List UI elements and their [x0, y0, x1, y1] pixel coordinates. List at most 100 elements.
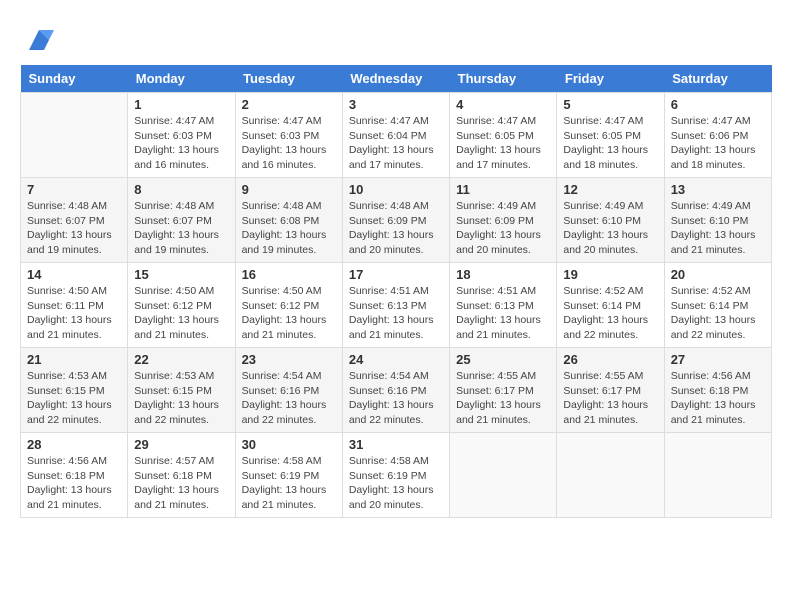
header-friday: Friday: [557, 65, 664, 93]
day-info: Sunrise: 4:47 AM Sunset: 6:06 PM Dayligh…: [671, 114, 765, 173]
week-row-1: 1 Sunrise: 4:47 AM Sunset: 6:03 PM Daylig…: [21, 93, 772, 178]
calendar-cell: 15 Sunrise: 4:50 AM Sunset: 6:12 PM Dayli…: [128, 263, 235, 348]
calendar-cell: 2 Sunrise: 4:47 AM Sunset: 6:03 PM Daylig…: [235, 93, 342, 178]
calendar-cell: 16Sunrise: 4:50 AM Sunset: 6:12 PM Dayli…: [235, 263, 342, 348]
page-header: [20, 20, 772, 55]
day-number: 11: [456, 182, 550, 197]
day-number: 22: [134, 352, 228, 367]
day-number: 8: [134, 182, 228, 197]
day-number: 14: [27, 267, 121, 282]
day-number: 23: [242, 352, 336, 367]
day-number: 30: [242, 437, 336, 452]
day-number: 9: [242, 182, 336, 197]
day-info: Sunrise: 4:52 AM Sunset: 6:14 PM Dayligh…: [563, 284, 657, 343]
day-number: 10: [349, 182, 443, 197]
day-number: 4: [456, 97, 550, 112]
day-info: Sunrise: 4:56 AM Sunset: 6:18 PM Dayligh…: [671, 369, 765, 428]
logo: [20, 25, 54, 55]
day-number: 21: [27, 352, 121, 367]
calendar-cell: [21, 93, 128, 178]
calendar-table: Sunday Monday Tuesday Wednesday Thursday…: [20, 65, 772, 518]
calendar-cell: 18 Sunrise: 4:51 AM Sunset: 6:13 PM Dayli…: [450, 263, 557, 348]
calendar-cell: 23 Sunrise: 4:54 AM Sunset: 6:16 PM Dayli…: [235, 348, 342, 433]
day-info: Sunrise: 4:53 AM Sunset: 6:15 PM Dayligh…: [134, 369, 228, 428]
day-info: Sunrise: 4:50 AM Sunset: 6:11 PM Dayligh…: [27, 284, 121, 343]
day-info: Sunrise: 4:47 AM Sunset: 6:03 PM Dayligh…: [134, 114, 228, 173]
calendar-cell: 10 Sunrise: 4:48 AM Sunset: 6:09 PM Dayli…: [342, 178, 449, 263]
day-info: Sunrise: 4:48 AM Sunset: 6:07 PM Dayligh…: [134, 199, 228, 258]
calendar-cell: 17 Sunrise: 4:51 AM Sunset: 6:13 PM Dayli…: [342, 263, 449, 348]
day-number: 27: [671, 352, 765, 367]
day-info: Sunrise: 4:54 AM Sunset: 6:16 PM Dayligh…: [242, 369, 336, 428]
day-info: Sunrise: 4:48 AM Sunset: 6:08 PM Dayligh…: [242, 199, 336, 258]
day-number: 25: [456, 352, 550, 367]
calendar-cell: 26 Sunrise: 4:55 AM Sunset: 6:17 PM Dayli…: [557, 348, 664, 433]
day-number: 5: [563, 97, 657, 112]
day-info: Sunrise: 4:57 AM Sunset: 6:18 PM Dayligh…: [134, 454, 228, 513]
calendar-cell: 12Sunrise: 4:49 AM Sunset: 6:10 PM Dayli…: [557, 178, 664, 263]
day-info: Sunrise: 4:49 AM Sunset: 6:10 PM Dayligh…: [563, 199, 657, 258]
day-info: Sunrise: 4:58 AM Sunset: 6:19 PM Dayligh…: [349, 454, 443, 513]
week-row-2: 7 Sunrise: 4:48 AM Sunset: 6:07 PM Daylig…: [21, 178, 772, 263]
calendar-cell: 7 Sunrise: 4:48 AM Sunset: 6:07 PM Daylig…: [21, 178, 128, 263]
calendar-cell: 1 Sunrise: 4:47 AM Sunset: 6:03 PM Daylig…: [128, 93, 235, 178]
calendar-cell: 19 Sunrise: 4:52 AM Sunset: 6:14 PM Dayli…: [557, 263, 664, 348]
calendar-cell: 25 Sunrise: 4:55 AM Sunset: 6:17 PM Dayli…: [450, 348, 557, 433]
day-number: 16: [242, 267, 336, 282]
calendar-cell: 24Sunrise: 4:54 AM Sunset: 6:16 PM Dayli…: [342, 348, 449, 433]
calendar-cell: 27 Sunrise: 4:56 AM Sunset: 6:18 PM Dayli…: [664, 348, 771, 433]
day-number: 19: [563, 267, 657, 282]
calendar-cell: [557, 433, 664, 518]
day-info: Sunrise: 4:56 AM Sunset: 6:18 PM Dayligh…: [27, 454, 121, 513]
day-number: 13: [671, 182, 765, 197]
calendar-cell: 8 Sunrise: 4:48 AM Sunset: 6:07 PM Daylig…: [128, 178, 235, 263]
calendar-cell: 29 Sunrise: 4:57 AM Sunset: 6:18 PM Dayli…: [128, 433, 235, 518]
calendar-body: 1 Sunrise: 4:47 AM Sunset: 6:03 PM Daylig…: [21, 93, 772, 518]
day-number: 1: [134, 97, 228, 112]
day-number: 3: [349, 97, 443, 112]
day-number: 2: [242, 97, 336, 112]
day-info: Sunrise: 4:49 AM Sunset: 6:09 PM Dayligh…: [456, 199, 550, 258]
calendar-cell: 6Sunrise: 4:47 AM Sunset: 6:06 PM Daylig…: [664, 93, 771, 178]
calendar-cell: 5 Sunrise: 4:47 AM Sunset: 6:05 PM Daylig…: [557, 93, 664, 178]
week-row-3: 14 Sunrise: 4:50 AM Sunset: 6:11 PM Dayli…: [21, 263, 772, 348]
day-number: 7: [27, 182, 121, 197]
header-thursday: Thursday: [450, 65, 557, 93]
day-info: Sunrise: 4:47 AM Sunset: 6:03 PM Dayligh…: [242, 114, 336, 173]
week-row-4: 21 Sunrise: 4:53 AM Sunset: 6:15 PM Dayli…: [21, 348, 772, 433]
day-number: 31: [349, 437, 443, 452]
day-info: Sunrise: 4:53 AM Sunset: 6:15 PM Dayligh…: [27, 369, 121, 428]
day-info: Sunrise: 4:52 AM Sunset: 6:14 PM Dayligh…: [671, 284, 765, 343]
day-info: Sunrise: 4:49 AM Sunset: 6:10 PM Dayligh…: [671, 199, 765, 258]
day-info: Sunrise: 4:47 AM Sunset: 6:05 PM Dayligh…: [456, 114, 550, 173]
day-info: Sunrise: 4:47 AM Sunset: 6:04 PM Dayligh…: [349, 114, 443, 173]
day-info: Sunrise: 4:48 AM Sunset: 6:07 PM Dayligh…: [27, 199, 121, 258]
day-number: 17: [349, 267, 443, 282]
day-number: 15: [134, 267, 228, 282]
day-number: 20: [671, 267, 765, 282]
calendar-cell: 28Sunrise: 4:56 AM Sunset: 6:18 PM Dayli…: [21, 433, 128, 518]
day-info: Sunrise: 4:55 AM Sunset: 6:17 PM Dayligh…: [563, 369, 657, 428]
day-info: Sunrise: 4:48 AM Sunset: 6:09 PM Dayligh…: [349, 199, 443, 258]
day-number: 29: [134, 437, 228, 452]
calendar-cell: 22 Sunrise: 4:53 AM Sunset: 6:15 PM Dayli…: [128, 348, 235, 433]
day-info: Sunrise: 4:51 AM Sunset: 6:13 PM Dayligh…: [456, 284, 550, 343]
calendar-cell: 13 Sunrise: 4:49 AM Sunset: 6:10 PM Dayli…: [664, 178, 771, 263]
day-info: Sunrise: 4:55 AM Sunset: 6:17 PM Dayligh…: [456, 369, 550, 428]
calendar-cell: 14 Sunrise: 4:50 AM Sunset: 6:11 PM Dayli…: [21, 263, 128, 348]
header-wednesday: Wednesday: [342, 65, 449, 93]
day-number: 26: [563, 352, 657, 367]
day-info: Sunrise: 4:54 AM Sunset: 6:16 PM Dayligh…: [349, 369, 443, 428]
calendar-cell: [664, 433, 771, 518]
day-info: Sunrise: 4:51 AM Sunset: 6:13 PM Dayligh…: [349, 284, 443, 343]
week-row-5: 28Sunrise: 4:56 AM Sunset: 6:18 PM Dayli…: [21, 433, 772, 518]
day-info: Sunrise: 4:50 AM Sunset: 6:12 PM Dayligh…: [134, 284, 228, 343]
day-number: 18: [456, 267, 550, 282]
calendar-header: Sunday Monday Tuesday Wednesday Thursday…: [21, 65, 772, 93]
header-monday: Monday: [128, 65, 235, 93]
logo-icon: [24, 25, 54, 55]
calendar-cell: 3 Sunrise: 4:47 AM Sunset: 6:04 PM Daylig…: [342, 93, 449, 178]
calendar-cell: 21 Sunrise: 4:53 AM Sunset: 6:15 PM Dayli…: [21, 348, 128, 433]
day-info: Sunrise: 4:47 AM Sunset: 6:05 PM Dayligh…: [563, 114, 657, 173]
calendar-cell: 30Sunrise: 4:58 AM Sunset: 6:19 PM Dayli…: [235, 433, 342, 518]
